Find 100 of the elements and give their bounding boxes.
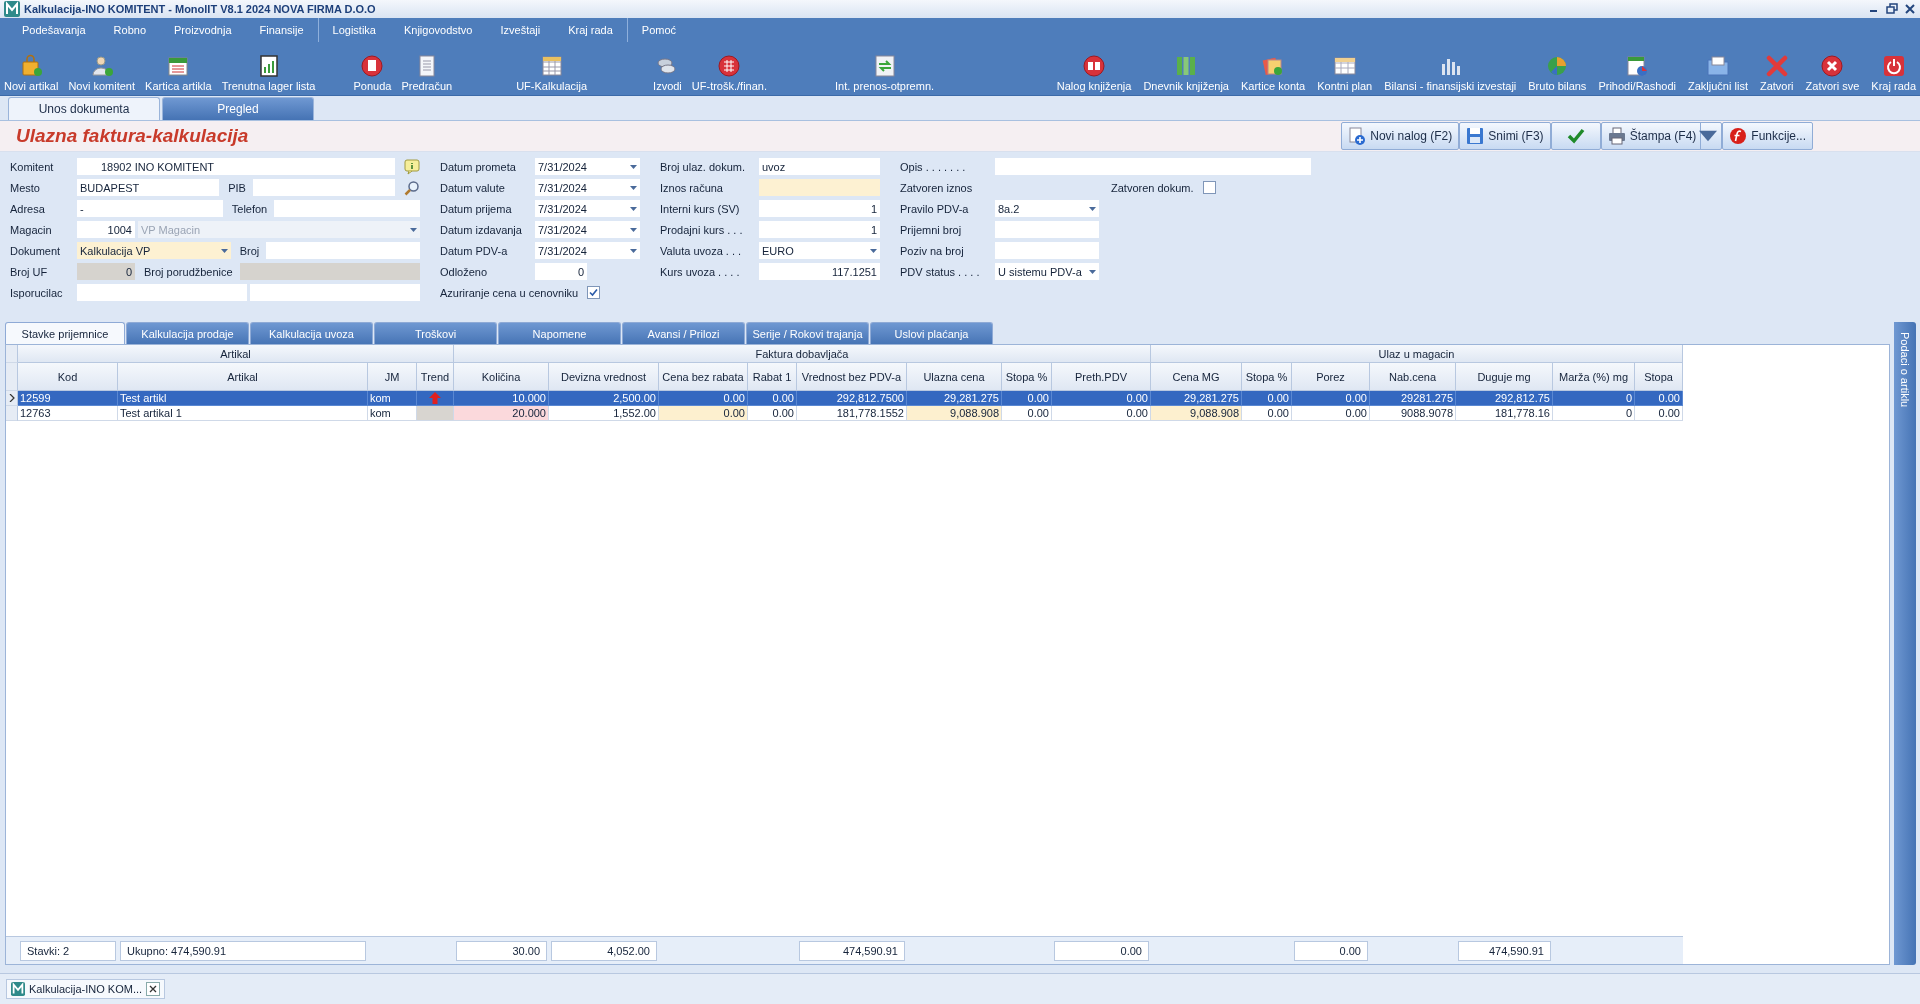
dropdown-field[interactable]: 7/31/2024 — [535, 179, 640, 196]
dropdown-field[interactable]: Kalkulacija VP — [77, 242, 231, 259]
dropdown-field[interactable]: EURO — [759, 242, 880, 259]
column-header[interactable]: Cena bez rabata — [659, 363, 748, 391]
menu-item[interactable]: Pomoć — [627, 18, 691, 42]
column-header[interactable]: Ulazna cena — [907, 363, 1002, 391]
input-field[interactable] — [77, 284, 247, 301]
dropdown-field[interactable]: 7/31/2024 — [535, 242, 640, 259]
dropdown-field[interactable]: 7/31/2024 — [535, 200, 640, 217]
menu-item[interactable]: Izveštaji — [486, 18, 555, 42]
tab[interactable]: Kalkulacija uvoza — [250, 322, 373, 345]
print-button[interactable]: Štampa (F4) — [1600, 122, 1723, 150]
toolbar-button[interactable]: Kontni plan — [1315, 54, 1375, 92]
toolbar-button[interactable]: Kraj rada — [1869, 54, 1918, 92]
toolbar-button[interactable]: Bilansi - finansijski izvestaji — [1382, 54, 1519, 92]
column-header[interactable]: Vrednost bez PDV-a — [797, 363, 907, 391]
column-header[interactable]: Preth.PDV — [1052, 363, 1151, 391]
toolbar-button[interactable]: Zaključni list — [1686, 54, 1750, 92]
checkbox[interactable] — [587, 286, 601, 299]
toolbar-button[interactable]: Novi artikal — [2, 54, 61, 92]
toolbar-button[interactable]: Zatvori sve — [1803, 54, 1862, 92]
input-field[interactable] — [995, 242, 1099, 259]
tab[interactable]: Napomene — [498, 322, 621, 345]
column-header[interactable]: Stopa % — [1002, 363, 1052, 391]
input-field[interactable]: 117.1251 — [759, 263, 880, 280]
input-field[interactable] — [250, 284, 420, 301]
input-field[interactable]: 1 — [759, 221, 880, 238]
dropdown-field[interactable]: U sistemu PDV-a — [995, 263, 1099, 280]
tab[interactable]: Kalkulacija prodaje — [126, 322, 249, 345]
dropdown-caret-icon[interactable] — [1089, 206, 1096, 211]
input-field[interactable] — [995, 158, 1311, 175]
input-field[interactable]: 18902 INO KOMITENT — [77, 158, 395, 175]
dropdown-field[interactable]: 7/31/2024 — [535, 221, 640, 238]
column-header[interactable]: Stopa % — [1242, 363, 1292, 391]
tab[interactable]: Serije / Rokovi trajanja — [746, 322, 869, 345]
input-field[interactable] — [252, 179, 395, 196]
dropdown-caret-icon[interactable] — [630, 227, 637, 232]
tab[interactable]: Troškovi — [374, 322, 497, 345]
input-field[interactable]: 1004 — [77, 221, 135, 238]
dropdown-caret-icon[interactable] — [220, 248, 228, 253]
menu-item[interactable]: Kraj rada — [554, 18, 627, 42]
toolbar-button[interactable]: Trenutna lager lista — [219, 54, 318, 92]
dropdown-caret-icon[interactable] — [630, 164, 637, 169]
side-tab[interactable]: Podaci o artiklu — [1894, 322, 1916, 965]
toolbar-button[interactable]: Kartica artikla — [143, 54, 214, 92]
column-header[interactable]: Cena MG — [1151, 363, 1242, 391]
dropdown-caret-icon[interactable] — [870, 248, 877, 253]
column-header[interactable]: Duguje mg — [1456, 363, 1553, 391]
menu-item[interactable]: Logistika — [318, 18, 390, 42]
menu-item[interactable]: Podešavanja — [8, 18, 100, 42]
column-header[interactable]: Devizna vrednost — [549, 363, 659, 391]
menu-item[interactable]: Robno — [99, 18, 161, 42]
toolbar-button[interactable]: Ponuda — [351, 54, 394, 92]
confirm-button[interactable] — [1550, 122, 1601, 150]
input-field[interactable]: uvoz — [759, 158, 880, 175]
input-field[interactable] — [274, 200, 420, 217]
menu-item[interactable]: Finansije — [245, 18, 318, 42]
tab[interactable]: Pregled — [162, 97, 314, 120]
toolbar-button[interactable]: Bruto bilans — [1526, 54, 1589, 92]
checkbox[interactable] — [1202, 181, 1216, 194]
input-field[interactable]: 1 — [759, 200, 880, 217]
input-field[interactable] — [239, 263, 420, 280]
info-icon[interactable] — [404, 158, 420, 175]
input-field[interactable] — [759, 179, 880, 196]
tab[interactable]: Stavke prijemnice — [5, 322, 125, 345]
toolbar-button[interactable]: Novi komitent — [66, 54, 138, 92]
restore-icon[interactable] — [1886, 3, 1898, 15]
toolbar-button[interactable]: Predračun — [399, 54, 455, 92]
menu-item[interactable]: Proizvodnja — [160, 18, 246, 42]
dropdown-field[interactable]: 8a.2 — [995, 200, 1099, 217]
search-icon[interactable] — [404, 179, 420, 196]
column-header[interactable]: Artikal — [118, 363, 368, 391]
dropdown-caret-icon[interactable] — [630, 185, 637, 190]
new-button[interactable]: Novi nalog (F2) — [1341, 122, 1460, 150]
menu-item[interactable]: Knjigovodstvo — [389, 18, 487, 42]
functions-button[interactable]: Funkcije... — [1722, 122, 1813, 150]
column-header[interactable]: JM — [368, 363, 417, 391]
row-header[interactable] — [6, 391, 18, 406]
dropdown-field[interactable]: 7/31/2024 — [535, 158, 640, 175]
document-tab[interactable]: Kalkulacija-INO KOM... — [6, 979, 166, 999]
toolbar-button[interactable]: Izvodi — [651, 54, 684, 92]
tab[interactable]: Avansi / Prilozi — [622, 322, 745, 345]
column-header[interactable]: Marža (%) mg — [1553, 363, 1635, 391]
dropdown-caret-icon[interactable] — [630, 248, 637, 253]
save-button[interactable]: Snimi (F3) — [1459, 122, 1551, 150]
column-header[interactable]: Kod — [18, 363, 118, 391]
toolbar-button[interactable]: Dnevnik knjiženja — [1141, 54, 1231, 92]
input-field[interactable] — [266, 242, 420, 259]
column-header[interactable]: Stopa — [1635, 363, 1683, 391]
column-header[interactable]: Trend — [417, 363, 454, 391]
toolbar-button[interactable]: UF-trošk./finan. — [689, 54, 769, 92]
input-field[interactable]: 0 — [77, 263, 135, 280]
toolbar-button[interactable]: Kartice konta — [1239, 54, 1308, 92]
dropdown-caret-icon[interactable] — [1089, 269, 1096, 274]
toolbar-button[interactable]: UF-Kalkulacija — [514, 54, 590, 92]
tab[interactable]: Unos dokumenta — [8, 97, 160, 120]
column-header[interactable]: Količina — [454, 363, 549, 391]
close-icon[interactable] — [1904, 3, 1916, 15]
input-field[interactable]: 0 — [535, 263, 587, 280]
tab[interactable]: Uslovi plaćanja — [870, 322, 993, 345]
